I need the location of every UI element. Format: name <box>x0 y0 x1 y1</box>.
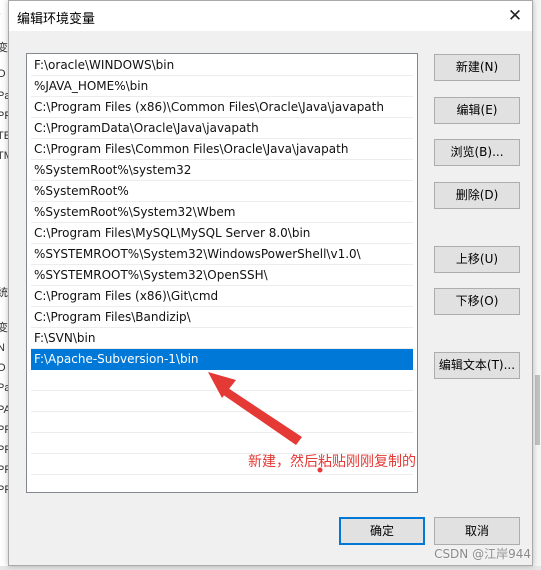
watermark: CSDN @江岸944 <box>434 547 531 561</box>
dialog-title: 编辑环境变量 <box>17 12 96 27</box>
ok-button[interactable]: 确定 <box>339 517 425 545</box>
list-item-empty[interactable] <box>31 370 413 391</box>
background-window-right-edge <box>532 0 541 570</box>
screenshot-stage: -变OPaPFTETM统变NOPaPAPFPFPFPF 编辑环境变量 ✕ F:\… <box>0 0 541 570</box>
background-window-text: N <box>0 342 5 354</box>
path-list[interactable]: F:\oracle\WINDOWS\bin %JAVA_HOME%\bin C:\P… <box>26 53 418 493</box>
list-item[interactable]: C:\Program Files\Bandizip\ <box>31 307 413 328</box>
annotation-text: 新建，然后粘贴刚刚复制的 <box>248 454 416 470</box>
list-item[interactable]: %SYSTEMROOT%\System32\OpenSSH\ <box>31 265 413 286</box>
list-item[interactable]: F:\oracle\WINDOWS\bin <box>31 55 413 76</box>
list-item[interactable]: %SystemRoot%\system32 <box>31 160 413 181</box>
browse-button[interactable]: 浏览(B)... <box>434 139 520 166</box>
background-scrollbar-thumb[interactable] <box>535 375 540 445</box>
move-down-button[interactable]: 下移(O) <box>434 288 520 315</box>
list-item-empty[interactable] <box>31 391 413 412</box>
list-item[interactable]: C:\Program Files (x86)\Common Files\Orac… <box>31 97 413 118</box>
list-item-empty[interactable] <box>31 412 413 433</box>
edit-button[interactable]: 编辑(E) <box>434 97 520 124</box>
list-item[interactable]: C:\Program Files\MySQL\MySQL Server 8.0\… <box>31 223 413 244</box>
background-window-text: 变 <box>0 42 8 54</box>
edit-text-button[interactable]: 编辑文本(T)... <box>434 352 520 379</box>
new-button[interactable]: 新建(N) <box>434 54 520 81</box>
background-window-text: O <box>0 362 6 374</box>
list-item[interactable]: C:\Program Files (x86)\Git\cmd <box>31 286 413 307</box>
dialog-titlebar[interactable]: 编辑环境变量 ✕ <box>9 1 532 31</box>
list-item[interactable]: %SystemRoot% <box>31 181 413 202</box>
cancel-button[interactable]: 取消 <box>434 517 520 545</box>
edit-env-var-dialog: 编辑环境变量 ✕ F:\oracle\WINDOWS\bin %JAVA_HOME… <box>8 0 533 566</box>
background-window-text: 统 <box>0 287 8 299</box>
move-up-button[interactable]: 上移(U) <box>434 246 520 273</box>
list-item[interactable]: C:\ProgramData\Oracle\Java\javapath <box>31 118 413 139</box>
background-window-text: - <box>0 8 1 20</box>
list-item-empty[interactable] <box>31 475 413 492</box>
list-item[interactable]: C:\Program Files\Common Files\Oracle\Jav… <box>31 139 413 160</box>
background-window-text: 变 <box>0 322 8 334</box>
list-item[interactable]: F:\SVN\bin <box>31 328 413 349</box>
list-item[interactable]: %JAVA_HOME%\bin <box>31 76 413 97</box>
background-window-text: O <box>0 68 6 80</box>
list-item[interactable]: %SystemRoot%\System32\Wbem <box>31 202 413 223</box>
list-item[interactable]: %SYSTEMROOT%\System32\WindowsPowerShell\… <box>31 244 413 265</box>
delete-button[interactable]: 删除(D) <box>434 182 520 209</box>
list-item-selected[interactable]: F:\Apache-Subversion-1\bin <box>31 349 413 370</box>
background-window-bottom-edge <box>0 566 541 570</box>
close-icon[interactable]: ✕ <box>504 5 526 27</box>
